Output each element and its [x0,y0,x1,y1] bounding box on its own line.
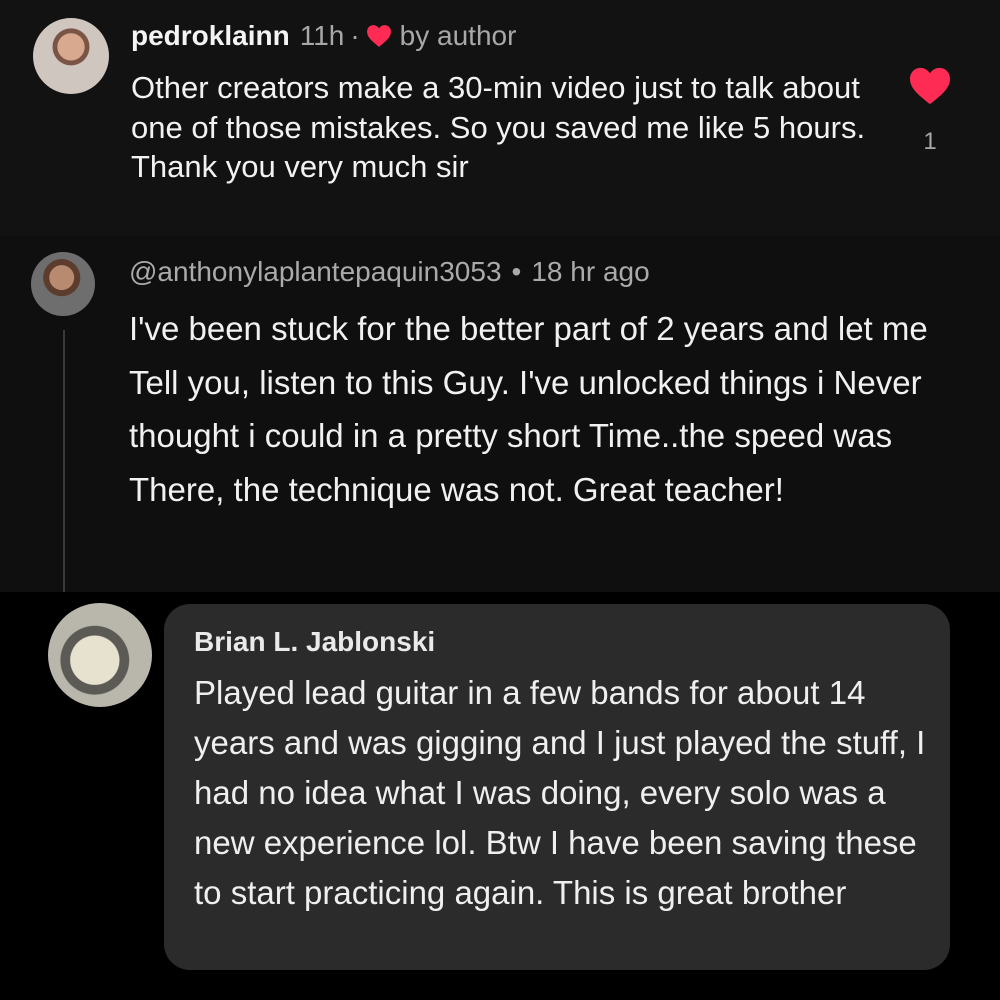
timestamp: 11h [299,20,345,51]
separator: · [350,20,360,51]
like-heart-icon[interactable] [908,66,952,106]
comment-text: I've been stuck for the better part of 2… [129,310,928,508]
user-handle[interactable]: @anthonylaplantepaquin3053 [129,256,502,287]
thread-line [63,330,65,592]
heart-icon [366,25,391,47]
comment-text: Other creators make a 30-min video just … [131,70,866,184]
comment-bubble: Brian L. Jablonski Played lead guitar in… [164,604,950,970]
timestamp: 18 hr ago [531,256,650,287]
avatar[interactable] [31,252,95,316]
separator: • [511,256,522,287]
like-count: 1 [923,128,937,155]
username[interactable]: pedroklainn [131,20,290,52]
comment-2: @anthonylaplantepaquin3053 • 18 hr ago I'v… [0,236,1000,592]
avatar[interactable] [33,18,109,94]
avatar[interactable] [48,603,152,707]
comment-3: Brian L. Jablonski Played lead guitar in… [0,592,1000,1000]
commenter-name[interactable]: Brian L. Jablonski [194,626,435,658]
comment-1: pedroklainn 11h · by author Other creato… [0,0,1000,236]
comment-text: Played lead guitar in a few bands for ab… [194,674,926,911]
comment-header: pedroklainn 11h · by author [131,20,516,52]
author-liked-label: by author [399,20,517,51]
comment-header: @anthonylaplantepaquin3053 • 18 hr ago [129,256,650,288]
